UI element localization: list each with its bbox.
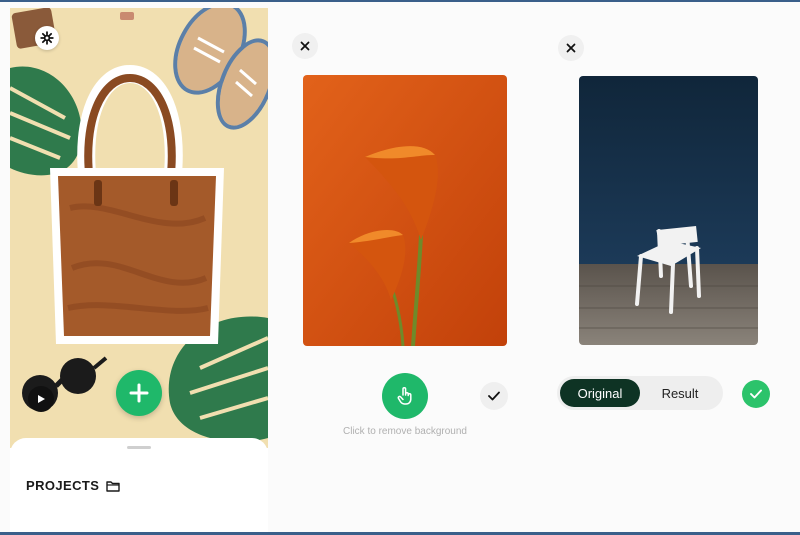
chair-photo [579,76,758,345]
close-icon [300,41,310,51]
projects-label: PROJECTS [26,478,100,493]
check-icon [750,389,762,399]
flower-photo [303,75,507,346]
projects-header[interactable]: PROJECTS [26,478,120,493]
check-icon [488,391,500,401]
folder-icon [106,480,120,492]
toggle-result[interactable]: Result [640,379,720,407]
play-video-button[interactable] [28,386,54,412]
settings-button[interactable] [35,26,59,50]
projects-sheet: PROJECTS [10,438,268,532]
remove-background-button[interactable] [382,373,428,419]
leaf-left-image [10,66,82,176]
close-icon [566,43,576,53]
toggle-original[interactable]: Original [560,379,640,407]
plus-icon [129,383,149,403]
editor-screen: PROJECTS [10,8,268,532]
close-button[interactable] [558,35,584,61]
sheet-drag-handle[interactable] [127,446,151,449]
close-button[interactable] [292,33,318,59]
add-photo-button[interactable] [116,370,162,416]
remove-background-hint: Click to remove background [343,426,467,437]
confirm-button[interactable] [742,380,770,408]
hero-collage [10,8,268,448]
play-icon [38,395,45,403]
tap-hand-icon [397,387,412,405]
compare-toggle: Original Result [557,376,723,410]
gear-icon [40,31,54,45]
confirm-button[interactable] [480,382,508,410]
